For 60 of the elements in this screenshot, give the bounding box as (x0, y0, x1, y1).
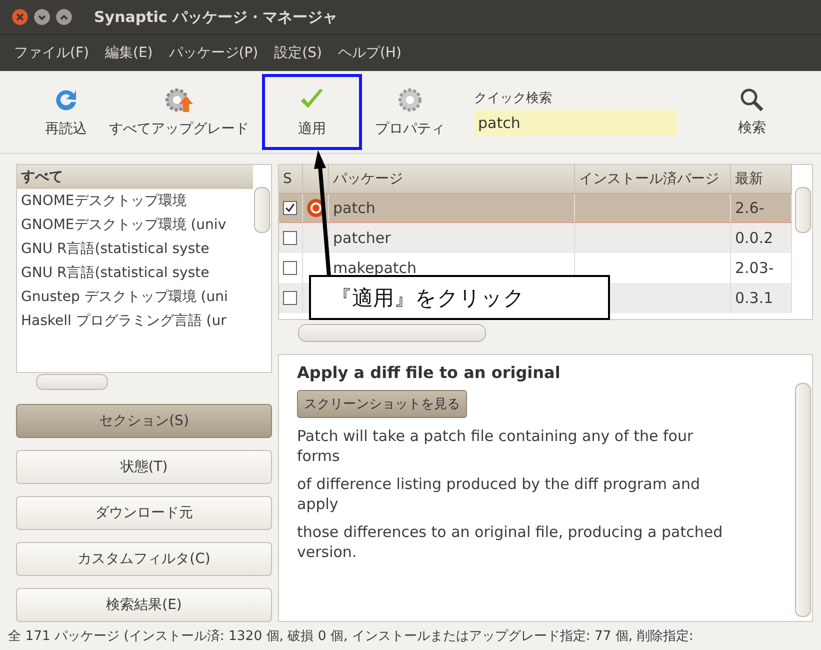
filter-button[interactable]: ダウンロード元 (16, 496, 272, 530)
version-text: 0.0.2 (735, 229, 774, 247)
filter-button[interactable]: セクション(S) (16, 404, 272, 438)
package-row[interactable]: patcher 0.0.2 (279, 223, 792, 253)
filter-button[interactable]: 検索結果(E) (16, 588, 272, 622)
column-header[interactable]: パッケージ (333, 170, 403, 188)
package-row[interactable]: patch 2.6- (279, 193, 792, 223)
scrollbar-thumb[interactable] (254, 187, 270, 233)
gear-icon (396, 86, 424, 114)
version-text: 2.03- (735, 259, 774, 277)
category-item[interactable]: GNU R言語(statistical syste (17, 237, 253, 261)
category-item[interactable]: Gnustep デスクトップ環境 (uni (17, 285, 253, 309)
description-text: of difference listing produced by the diff program and apply (297, 474, 701, 514)
scrollbar-thumb[interactable] (795, 383, 811, 617)
toolbar-button[interactable]: プロパティ (366, 74, 454, 150)
version-text: 0.3.1 (735, 289, 774, 307)
annotation-tooltip: 『適用』をクリック (309, 275, 610, 320)
menu-item[interactable]: パッケージ(P) (166, 42, 260, 64)
search-button[interactable]: 検索 (729, 74, 775, 150)
package-name: makepatch (333, 259, 417, 277)
package-name: patch (333, 199, 376, 217)
maximize-icon[interactable] (56, 9, 72, 25)
screenshot-button[interactable]: スクリーンショットを見る (297, 390, 467, 418)
gear-upgrade-icon (163, 86, 195, 114)
menu-item[interactable]: ファイル(F) (12, 42, 91, 64)
toolbar-button[interactable]: 適用 (262, 74, 362, 150)
close-icon[interactable] (12, 9, 28, 25)
version-text: 2.6- (735, 199, 764, 217)
menu-item[interactable]: 編集(E) (102, 42, 155, 64)
description-text: those differences to an original file, producing a patched version. (297, 522, 724, 562)
minimize-icon[interactable] (34, 9, 50, 25)
description-text: Patch will take a patch file containing any of the four forms (297, 426, 694, 466)
menu-item[interactable]: 設定(S) (272, 42, 324, 64)
scrollbar-thumb[interactable] (36, 374, 108, 390)
category-item[interactable]: GNOMEデスクトップ環境 (univ (17, 213, 253, 237)
description-title: Apply a diff file to an original (297, 363, 560, 382)
list-header: すべて (17, 165, 253, 189)
window-title: Synaptic パッケージ・マネージャ (94, 8, 338, 26)
status-text: 全 171 パッケージ (インストール済: 1320 個, 破損 0 個, インストールまたはアップグレード指定: 77 個, 削除指定: (7, 628, 694, 646)
column-header[interactable]: 最新 (735, 170, 763, 188)
search-icon (739, 87, 765, 113)
checkbox[interactable] (283, 291, 297, 305)
toolbar-button[interactable]: 再読込 (36, 74, 96, 150)
package-name: patcher (333, 229, 391, 247)
category-item[interactable]: Haskell プログラミング言語 (ur (17, 309, 253, 333)
filter-button[interactable]: 状態(T) (16, 450, 272, 484)
scrollbar-thumb[interactable] (795, 187, 811, 233)
quick-search-field[interactable]: patch (474, 110, 678, 136)
scrollbar-thumb[interactable] (298, 324, 486, 342)
column-header[interactable]: インストール済バージ (579, 170, 719, 188)
category-item[interactable]: GNOMEデスクトップ環境 (17, 189, 253, 213)
column-header[interactable]: S (283, 171, 292, 187)
checkbox[interactable] (283, 261, 297, 275)
checkbox[interactable] (283, 231, 297, 245)
filter-button[interactable]: カスタムフィルタ(C) (16, 542, 272, 576)
menu-item[interactable]: ヘルプ(H) (336, 42, 404, 64)
toolbar-button[interactable]: すべてアップグレード (100, 74, 258, 150)
checkbox[interactable] (283, 201, 297, 215)
quick-search-label: クイック検索 (474, 90, 553, 106)
category-item[interactable]: GNU R言語(statistical syste (17, 261, 253, 285)
